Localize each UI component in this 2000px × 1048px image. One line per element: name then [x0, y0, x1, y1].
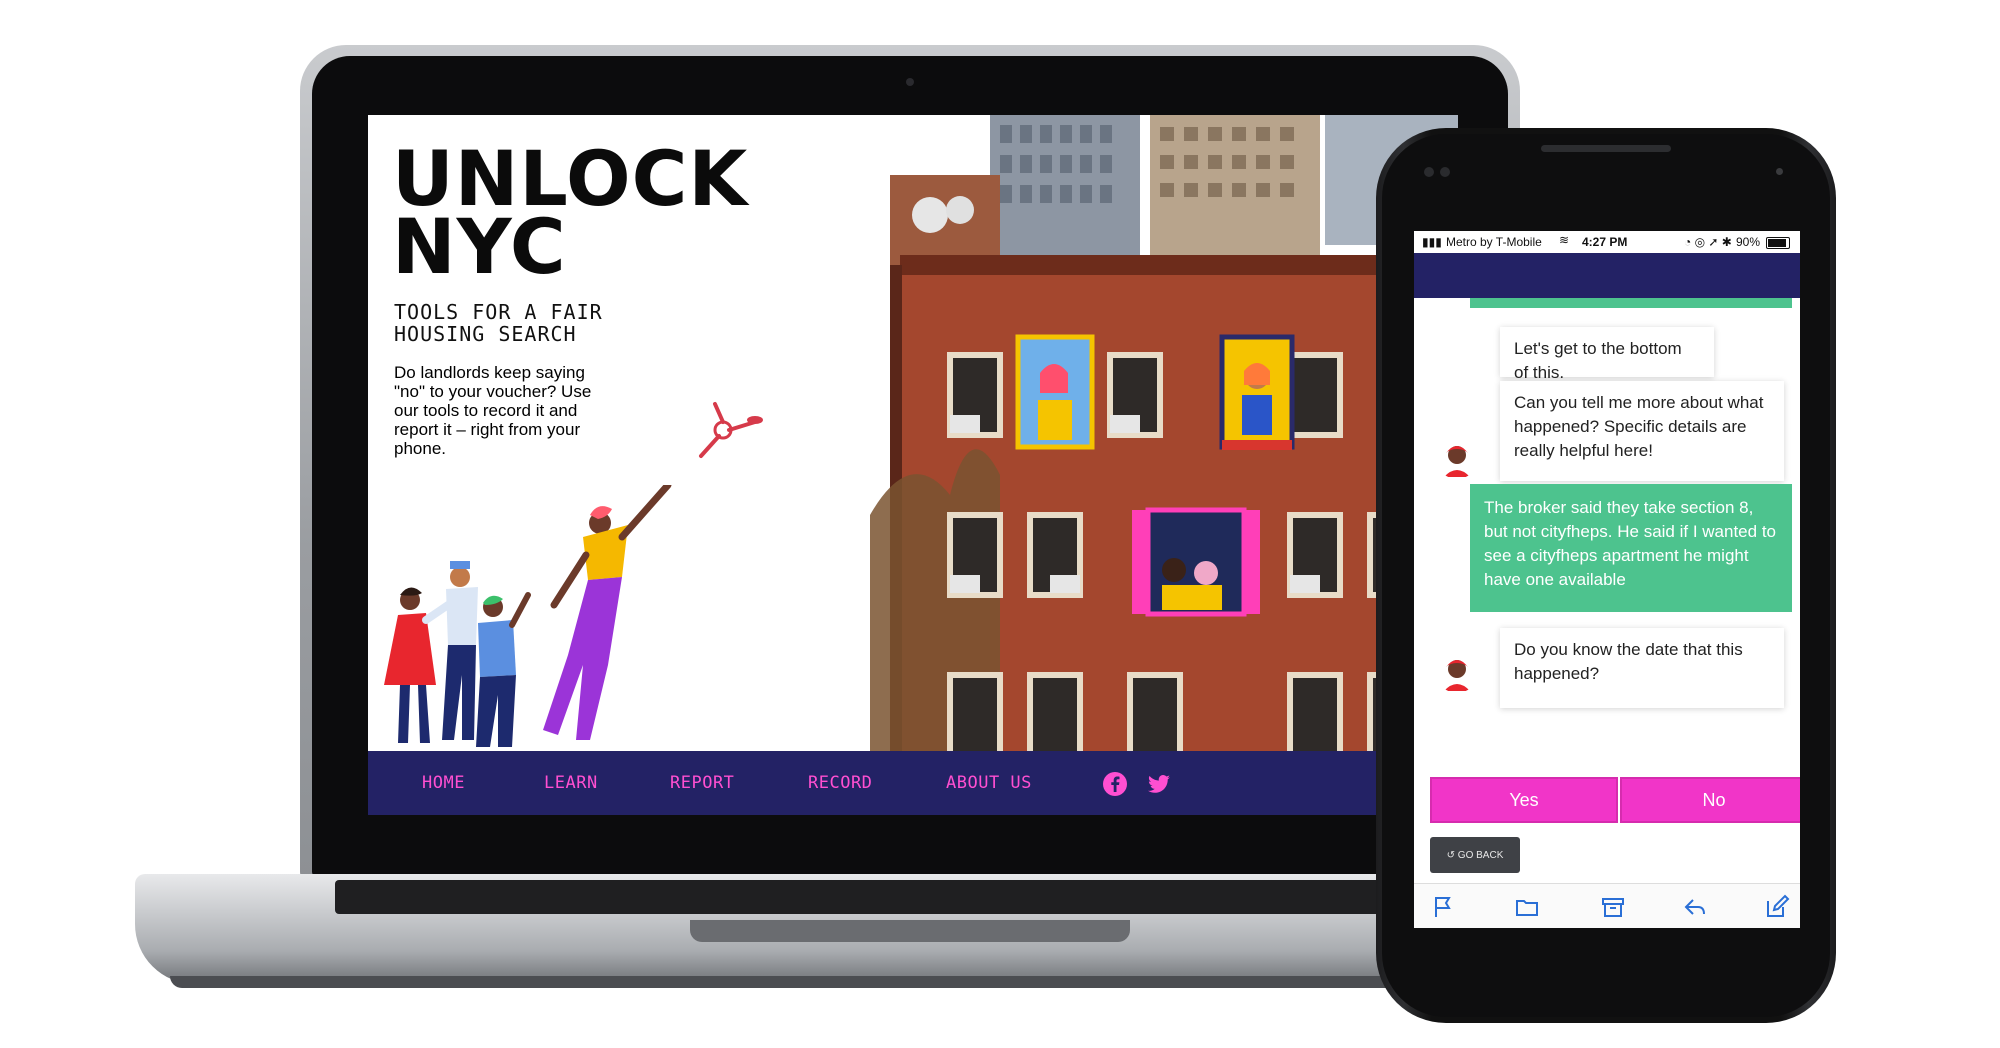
- clock-label: 4:27 PM: [1582, 235, 1628, 249]
- signal-icon: ▮▮▮: [1422, 235, 1442, 249]
- phone-earpiece: [1541, 145, 1671, 152]
- bot-avatar: [1436, 651, 1478, 693]
- bot-message: Let's get to the bottom of this.: [1500, 327, 1714, 382]
- bottom-toolbar: [1414, 883, 1800, 928]
- phone-screen: ▮▮▮ Metro by T-Mobile ≋ 4:27 PM ◔ ◎ ➚ ✱ …: [1414, 231, 1800, 928]
- laptop-screen: UNLOCK NYC TOOLS FOR A FAIR HOUSING SEAR…: [368, 115, 1458, 815]
- no-button[interactable]: No: [1620, 777, 1800, 823]
- app-header: [1414, 253, 1800, 298]
- status-bar: ▮▮▮ Metro by T-Mobile ≋ 4:27 PM ◔ ◎ ➚ ✱ …: [1414, 231, 1800, 253]
- undo-icon: ↺: [1446, 849, 1458, 861]
- drone-illustration: [699, 402, 763, 458]
- nav-learn[interactable]: LEARN: [544, 773, 598, 793]
- bot-message: Do you know the date that this happened?: [1500, 628, 1784, 708]
- phone-front-camera: [1424, 167, 1434, 177]
- nav-report[interactable]: REPORT: [670, 773, 734, 793]
- user-message: The broker said they take section 8, but…: [1470, 484, 1792, 612]
- compose-icon[interactable]: [1764, 894, 1790, 920]
- site-intro: Do landlords keep saying "no" to your vo…: [394, 363, 592, 458]
- go-back-label: GO BACK: [1457, 849, 1504, 861]
- laptop-keyboard: [335, 880, 1435, 914]
- people-illustration: [384, 485, 672, 747]
- archive-icon[interactable]: [1600, 894, 1626, 920]
- battery-label: 90%: [1736, 235, 1761, 249]
- wifi-icon: ≋: [1559, 233, 1570, 247]
- nav-home[interactable]: HOME: [422, 773, 465, 793]
- twitter-icon[interactable]: [1146, 771, 1172, 797]
- laptop-camera: [906, 78, 914, 86]
- phone-front-sensor: [1440, 167, 1450, 177]
- go-back-button[interactable]: ↺ GO BACK: [1430, 837, 1520, 873]
- hero-building-image: [870, 115, 1458, 755]
- facebook-icon[interactable]: [1102, 771, 1128, 797]
- previous-message-edge: [1470, 298, 1792, 308]
- flag-icon[interactable]: [1430, 894, 1456, 920]
- status-icons: ◔ ◎ ➚ ✱: [1684, 235, 1732, 249]
- folder-icon[interactable]: [1514, 894, 1540, 920]
- laptop-touchpad-notch: [690, 920, 1130, 942]
- site-tagline: TOOLS FOR A FAIR HOUSING SEARCH: [394, 300, 603, 346]
- nav-about-us[interactable]: ABOUT US: [946, 773, 1032, 793]
- site-nav: HOME LEARN REPORT RECORD ABOUT US: [368, 751, 1458, 815]
- yes-button[interactable]: Yes: [1430, 777, 1618, 823]
- phone-proximity-sensor: [1776, 168, 1783, 175]
- nav-record[interactable]: RECORD: [808, 773, 872, 793]
- bot-avatar: [1436, 437, 1478, 479]
- site-title: UNLOCK NYC: [392, 141, 752, 291]
- site-title-line2: NYC: [392, 202, 567, 291]
- carrier-label: Metro by T-Mobile: [1446, 235, 1542, 249]
- bot-message: Can you tell me more about what happened…: [1500, 381, 1784, 481]
- reply-icon[interactable]: [1682, 894, 1708, 920]
- battery-icon: [1766, 237, 1790, 249]
